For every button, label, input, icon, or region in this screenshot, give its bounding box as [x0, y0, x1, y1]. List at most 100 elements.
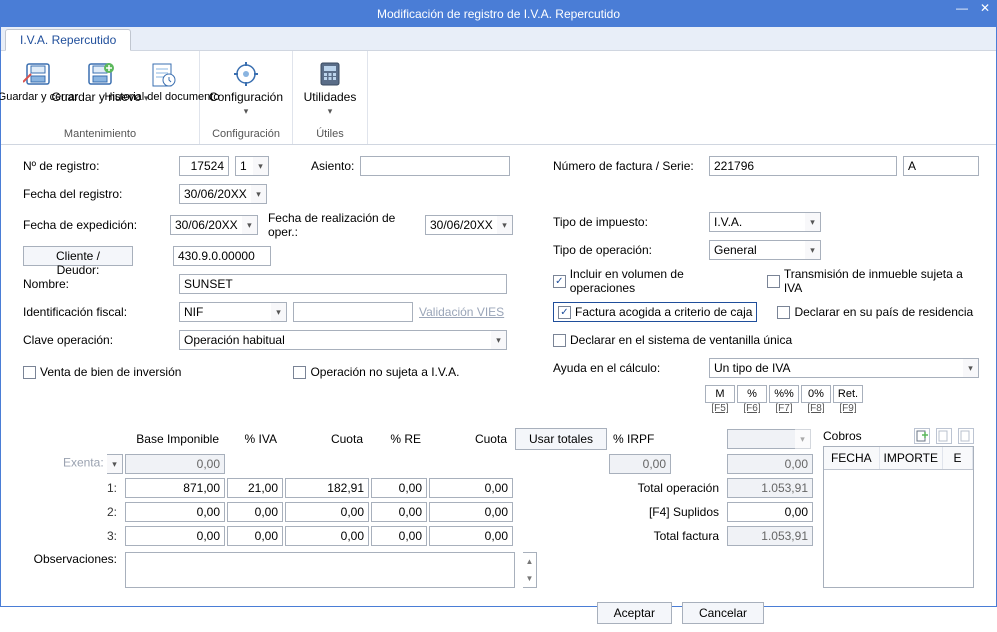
tipo-imp-dropdown[interactable]: ▾	[805, 212, 821, 232]
utils-button[interactable]: Utilidades▾	[299, 55, 361, 126]
decl-pais-checkbox[interactable]: Declarar en su país de residencia	[777, 305, 973, 319]
total-fac-label: Total factura	[609, 529, 725, 543]
r3-cuota2[interactable]	[429, 526, 513, 546]
nombre-label: Nombre:	[23, 277, 173, 291]
save-close-icon	[22, 59, 54, 89]
r1-cuota[interactable]	[285, 478, 369, 498]
r3-base[interactable]	[125, 526, 225, 546]
idfiscal-num-input[interactable]	[293, 302, 413, 322]
tipo-imp-input[interactable]	[709, 212, 805, 232]
r1-base[interactable]	[125, 478, 225, 498]
numfac-input[interactable]	[709, 156, 897, 176]
total-fac	[727, 526, 813, 546]
r2-base[interactable]	[125, 502, 225, 522]
r2-pre[interactable]	[371, 502, 427, 522]
calc-key-f5: [F5]	[705, 403, 735, 414]
cliente-button[interactable]: Cliente / Deudor:	[23, 246, 133, 266]
calc-key-f8: [F8]	[801, 403, 831, 414]
fecha-exp-input[interactable]	[170, 215, 242, 235]
ayuda-dropdown[interactable]: ▾	[963, 358, 979, 378]
tipo-op-input[interactable]	[709, 240, 805, 260]
r3-cuota[interactable]	[285, 526, 369, 546]
fecha-reg-input[interactable]	[179, 184, 251, 204]
calc-key-f6: [F6]	[737, 403, 767, 414]
r2-cuota[interactable]	[285, 502, 369, 522]
cobros-copy-icon[interactable]	[936, 428, 952, 444]
cobros-del-icon[interactable]	[958, 428, 974, 444]
minimize-icon[interactable]: —	[956, 1, 968, 15]
fecha-exp-label: Fecha de expedición:	[23, 218, 164, 232]
save-new-icon	[84, 59, 116, 89]
total-op-label: Total operación	[609, 481, 725, 495]
calc-pct-button[interactable]: %	[737, 385, 767, 403]
r1-cuota2[interactable]	[429, 478, 513, 498]
tabstrip: I.V.A. Repercutido	[1, 27, 996, 51]
cobros-h-importe: IMPORTE	[880, 447, 943, 469]
calc-pctpct-button[interactable]: %%	[769, 385, 799, 403]
fecha-reg-dropdown[interactable]: ▾	[251, 184, 267, 204]
calc-m-button[interactable]: M	[705, 385, 735, 403]
h-pirpf: % IRPF	[609, 432, 671, 446]
ribbon: Guardar y cerrar Guardar y nuevo ▾ Histo…	[1, 51, 996, 145]
suplidos[interactable]	[727, 502, 813, 522]
nregistro2-dropdown[interactable]: ▾	[253, 156, 269, 176]
nombre-input[interactable]	[179, 274, 507, 294]
r1-piva[interactable]	[227, 478, 283, 498]
r2-piva[interactable]	[227, 502, 283, 522]
usar-totales-button[interactable]: Usar totales	[515, 428, 607, 450]
r1-pre[interactable]	[371, 478, 427, 498]
no-sujeta-checkbox[interactable]: Operación no sujeta a I.V.A.	[293, 365, 459, 379]
vies-link[interactable]: Validación VIES	[419, 305, 504, 319]
calc-ret-button[interactable]: Ret.	[833, 385, 863, 403]
observ-textarea[interactable]	[125, 552, 515, 588]
decl-vent-checkbox[interactable]: Declarar en el sistema de ventanilla úni…	[553, 333, 792, 347]
exenta-dropdown[interactable]: ▾	[107, 454, 123, 474]
gear-icon	[230, 59, 262, 89]
venta-bien-checkbox[interactable]: Venta de bien de inversión	[23, 365, 181, 379]
tipo-op-dropdown[interactable]: ▾	[805, 240, 821, 260]
observ-spin-up[interactable]: ▲	[523, 553, 536, 570]
cliente-input[interactable]	[173, 246, 271, 266]
idfiscal-tipo-input[interactable]	[179, 302, 271, 322]
r2-cuota2[interactable]	[429, 502, 513, 522]
clave-label: Clave operación:	[23, 333, 173, 347]
observ-label: Observaciones:	[23, 552, 117, 588]
r3-pre[interactable]	[371, 526, 427, 546]
calc-0pct-button[interactable]: 0%	[801, 385, 831, 403]
cobros-grid[interactable]: FECHA IMPORTE E	[823, 446, 974, 588]
irpf-type-dropdown: ▾	[795, 429, 811, 449]
tipo-op-label: Tipo de operación:	[553, 243, 703, 257]
suplidos-label: [F4] Suplidos	[609, 505, 725, 519]
asiento-label: Asiento:	[311, 159, 354, 173]
exenta-irpf-base	[609, 454, 671, 474]
calc-key-f7: [F7]	[769, 403, 799, 414]
tab-iva-repercutido[interactable]: I.V.A. Repercutido	[5, 29, 131, 51]
serie-input[interactable]	[903, 156, 979, 176]
ayuda-input[interactable]	[709, 358, 963, 378]
fecha-exp-dropdown[interactable]: ▾	[242, 215, 258, 235]
cancelar-button[interactable]: Cancelar	[682, 602, 764, 624]
ribbon-group-config: Configuración	[210, 126, 282, 142]
asiento-input[interactable]	[360, 156, 510, 176]
fecha-oper-input[interactable]	[425, 215, 497, 235]
aceptar-button[interactable]: Aceptar	[597, 602, 672, 624]
exenta-irpf-amt	[727, 454, 813, 474]
total-op	[727, 478, 813, 498]
calc-key-f9: [F9]	[833, 403, 863, 414]
clave-dropdown[interactable]: ▾	[491, 330, 507, 350]
ribbon-group-utiles: Útiles	[314, 126, 346, 142]
incluir-vol-checkbox[interactable]: ✓Incluir en volumen de operaciones	[553, 267, 747, 295]
idfiscal-tipo-dropdown[interactable]: ▾	[271, 302, 287, 322]
observ-spin-down[interactable]: ▼	[523, 570, 536, 587]
h-cuota: Cuota	[285, 432, 369, 446]
transm-checkbox[interactable]: Transmisión de inmueble sujeta a IVA	[767, 267, 979, 295]
nregistro-input[interactable]	[179, 156, 229, 176]
fecha-oper-dropdown[interactable]: ▾	[497, 215, 513, 235]
r3-piva[interactable]	[227, 526, 283, 546]
fact-caja-checkbox[interactable]: ✓Factura acogida a criterio de caja	[558, 305, 752, 319]
window-title: Modificación de registro de I.V.A. Reper…	[377, 7, 620, 21]
clave-input[interactable]	[179, 330, 491, 350]
cobros-add-icon[interactable]	[914, 428, 930, 444]
nregistro2-input[interactable]	[235, 156, 253, 176]
close-icon[interactable]: ✕	[980, 1, 990, 15]
